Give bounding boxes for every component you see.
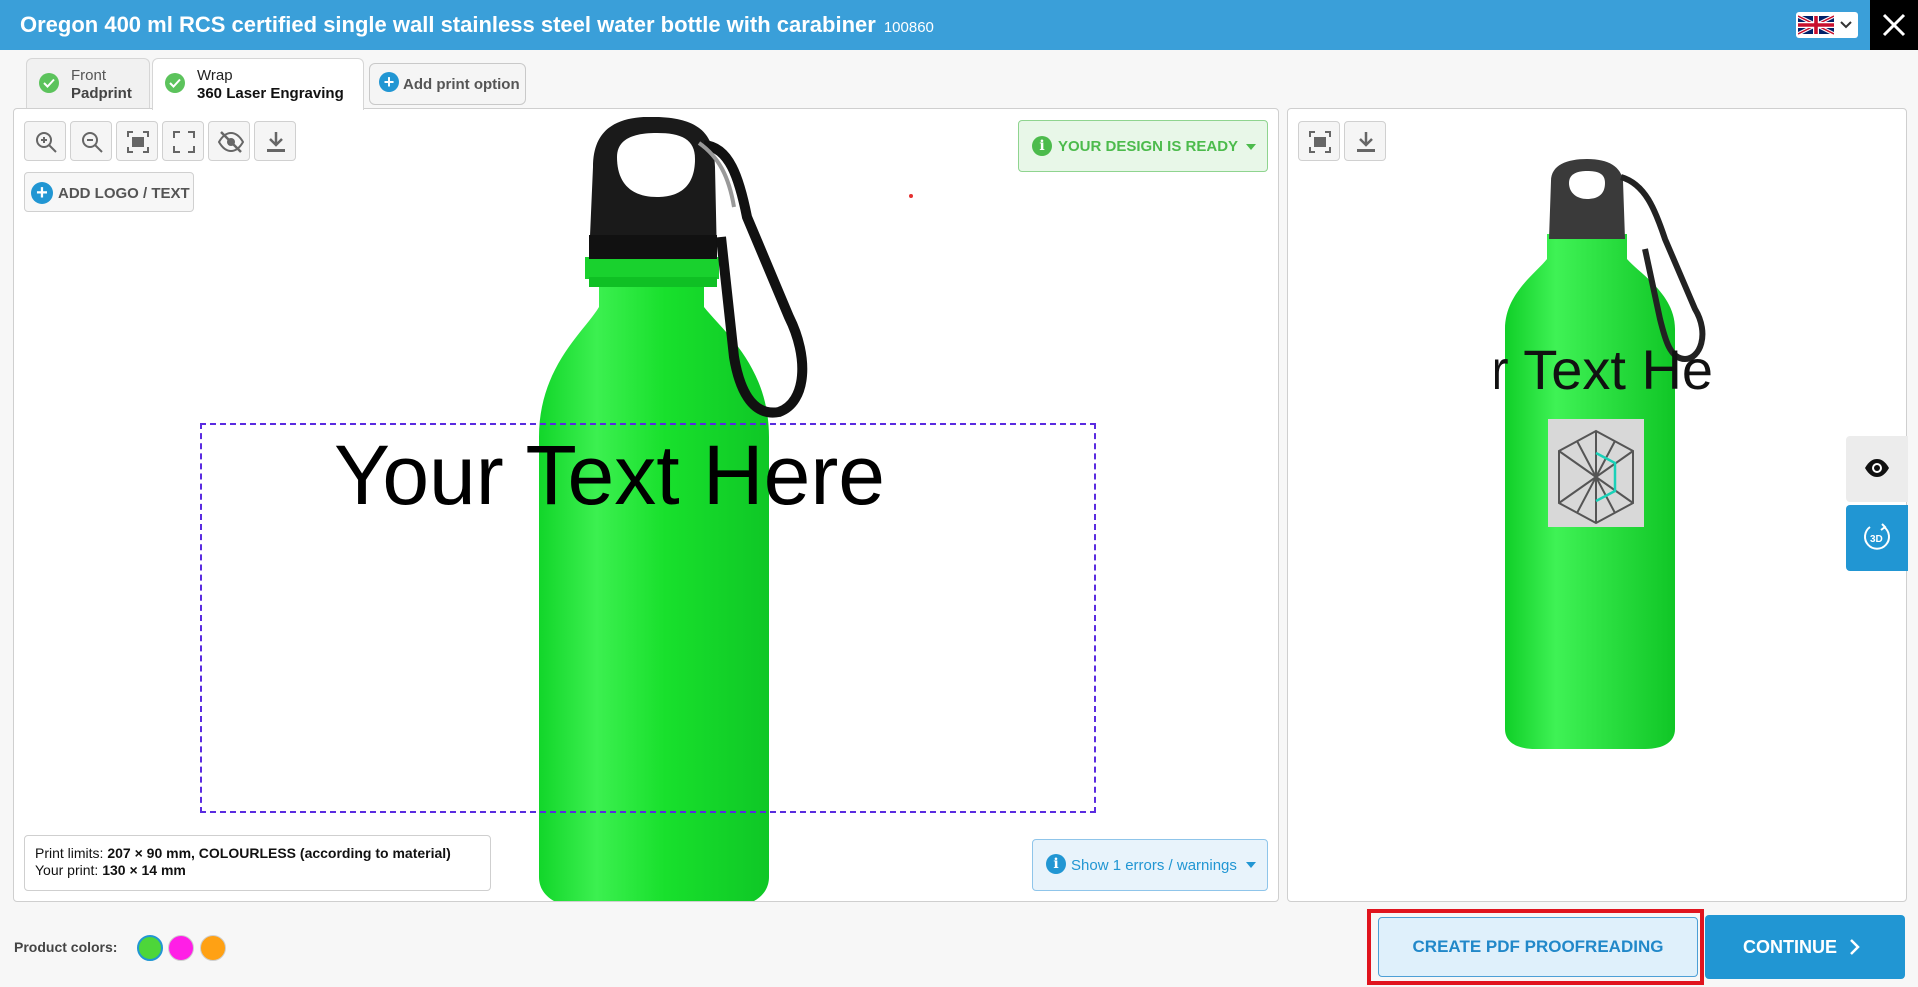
plus-circle-icon: + xyxy=(379,72,399,92)
info-icon: i xyxy=(1032,136,1052,156)
product-colors-label: Product colors: xyxy=(14,939,118,955)
eye-icon xyxy=(1865,459,1889,477)
close-icon xyxy=(1882,13,1906,37)
show-errors-button[interactable]: i Show 1 errors / warnings xyxy=(1032,839,1268,891)
download-button[interactable] xyxy=(254,121,296,161)
product-title: Oregon 400 ml RCS certified single wall … xyxy=(20,12,934,38)
add-logo-text-button[interactable]: + ADD LOGO / TEXT xyxy=(24,172,194,212)
fit-screen-icon xyxy=(1309,131,1331,153)
preview-engraved-text: r Text He xyxy=(1495,338,1713,401)
zoom-in-button[interactable] xyxy=(24,121,66,161)
language-selector[interactable] xyxy=(1796,12,1858,38)
preview-download-button[interactable] xyxy=(1344,121,1386,161)
fullscreen-button[interactable] xyxy=(162,121,204,161)
bottle-preview-image: r Text He xyxy=(1495,159,1713,749)
zoom-out-icon xyxy=(82,132,103,153)
tab-front[interactable]: Front Padprint xyxy=(26,58,150,108)
tab-wrap[interactable]: Wrap 360 Laser Engraving xyxy=(152,58,364,110)
caret-down-icon xyxy=(1246,144,1256,150)
check-icon xyxy=(39,73,59,93)
print-limits-label: Print limits: xyxy=(35,845,104,861)
add-print-option-button[interactable]: + Add print option xyxy=(369,63,526,105)
info-icon: i xyxy=(1046,854,1066,874)
your-print-label: Your print: xyxy=(35,862,99,878)
download-icon xyxy=(267,132,285,152)
3d-label: 3D xyxy=(1870,534,1883,545)
fit-screen-button[interactable] xyxy=(116,121,158,161)
design-editor-panel[interactable]: Your Text Here + ADD LOGO / TEXT i YOUR … xyxy=(13,108,1279,902)
tab-front-label: Front xyxy=(71,67,107,84)
view-3d-button[interactable]: 3D xyxy=(1846,505,1908,571)
print-limits-info: Print limits: 207 × 90 mm, COLOURLESS (a… xyxy=(24,835,491,891)
fit-screen-icon xyxy=(127,131,149,153)
color-swatch-green[interactable] xyxy=(137,935,163,961)
add-logo-text-label: ADD LOGO / TEXT xyxy=(58,185,190,202)
anchor-dot xyxy=(909,194,913,198)
fullscreen-icon xyxy=(173,131,195,153)
product-code: 100860 xyxy=(883,19,934,36)
design-status-dropdown[interactable]: i YOUR DESIGN IS READY xyxy=(1018,120,1268,172)
uk-flag-icon xyxy=(1798,14,1834,36)
design-status-label: YOUR DESIGN IS READY xyxy=(1058,138,1239,155)
tab-front-method: Padprint xyxy=(71,85,132,102)
header-bar: Oregon 400 ml RCS certified single wall … xyxy=(0,0,1918,50)
hide-guides-button[interactable] xyxy=(208,121,250,161)
tab-wrap-label: Wrap xyxy=(197,67,233,84)
continue-button[interactable]: CONTINUE xyxy=(1705,915,1905,979)
your-print-value: 130 × 14 mm xyxy=(102,862,186,878)
product-preview-panel: r Text He xyxy=(1287,108,1907,902)
chevron-down-icon xyxy=(1840,21,1852,29)
view-2d-button[interactable] xyxy=(1846,436,1908,502)
print-limits-value: 207 × 90 mm, COLOURLESS (according to ma… xyxy=(107,845,451,861)
create-pdf-proofreading-button[interactable]: CREATE PDF PROOFREADING xyxy=(1378,917,1698,977)
show-errors-label: Show 1 errors / warnings xyxy=(1071,857,1237,874)
hide-icon xyxy=(218,131,244,153)
preview-fit-screen-button[interactable] xyxy=(1298,121,1340,161)
close-button[interactable] xyxy=(1870,0,1918,50)
color-swatch-magenta[interactable] xyxy=(168,935,194,961)
your-print-line: Your print: 130 × 14 mm xyxy=(35,862,186,878)
product-title-text: Oregon 400 ml RCS certified single wall … xyxy=(20,12,876,37)
caret-down-icon xyxy=(1246,862,1256,868)
design-text-element[interactable]: Your Text Here xyxy=(334,427,885,524)
zoom-in-icon xyxy=(36,132,57,153)
print-limits-line: Print limits: 207 × 90 mm, COLOURLESS (a… xyxy=(35,845,451,861)
download-icon xyxy=(1357,132,1375,152)
tab-wrap-method: 360 Laser Engraving xyxy=(197,85,344,102)
plus-circle-icon: + xyxy=(31,182,53,204)
color-swatch-orange[interactable] xyxy=(200,935,226,961)
zoom-out-button[interactable] xyxy=(70,121,112,161)
continue-label: CONTINUE xyxy=(1743,937,1837,957)
add-print-option-label: Add print option xyxy=(403,76,520,93)
chevron-right-icon xyxy=(1850,939,1860,955)
3d-rotate-icon: 3D xyxy=(1864,523,1890,550)
check-icon xyxy=(165,73,185,93)
